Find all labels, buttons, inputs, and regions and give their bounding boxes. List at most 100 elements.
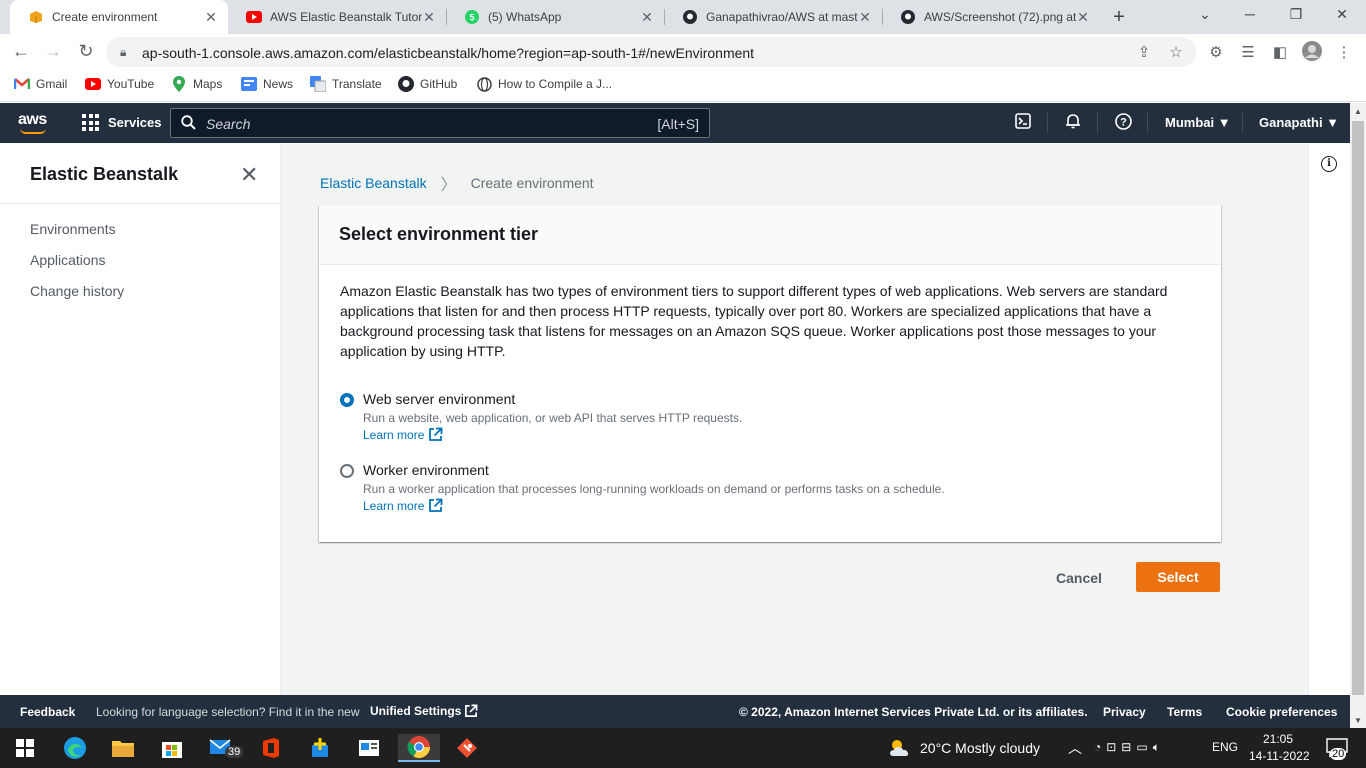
scroll-up-icon[interactable]: ▲ <box>1354 107 1362 116</box>
microsoft-store-icon[interactable] <box>157 734 187 762</box>
breadcrumb-elastic-beanstalk[interactable]: Elastic Beanstalk <box>320 175 427 191</box>
close-tab-icon[interactable]: ✕ <box>204 9 218 26</box>
minimize-icon[interactable]: ─ <box>1240 6 1260 22</box>
forward-icon[interactable]: → <box>42 41 64 62</box>
chevron-up-icon[interactable]: ︿ <box>1068 738 1082 758</box>
bookmark-gmail[interactable]: Gmail <box>14 76 67 92</box>
privacy-link[interactable]: Privacy <box>1103 705 1146 719</box>
services-menu-button[interactable]: Services <box>82 114 162 131</box>
worker-radio[interactable] <box>340 464 354 478</box>
file-explorer-icon[interactable] <box>108 734 138 762</box>
cancel-button[interactable]: Cancel <box>1044 563 1114 593</box>
language-indicator[interactable]: ENG <box>1212 740 1238 754</box>
globe-icon <box>476 76 492 92</box>
notification-badge: 20 <box>1330 748 1347 760</box>
tab-search-icon[interactable]: ⌄ <box>1195 6 1215 23</box>
bookmark-translate[interactable]: Translate <box>310 76 382 92</box>
page-scrollbar[interactable]: ▲ ▼ <box>1350 103 1366 728</box>
bookmark-maps[interactable]: Maps <box>171 76 222 92</box>
tab-create-environment[interactable]: Create environment ✕ <box>10 0 228 34</box>
copyright: © 2022, Amazon Internet Services Private… <box>739 705 1088 719</box>
tab-github-repo[interactable]: Ganapathivrao/AWS at maste ✕ <box>664 0 882 34</box>
search-input[interactable]: Search [Alt+S] <box>170 108 710 138</box>
windows-start-icon[interactable] <box>10 734 40 762</box>
close-tab-icon[interactable]: ✕ <box>1076 9 1090 26</box>
learn-more-link[interactable]: Learn more <box>363 427 443 442</box>
git-icon[interactable] <box>452 734 482 762</box>
option-label[interactable]: Worker environment <box>363 462 489 478</box>
address-bar[interactable]: 🔒︎ ap-south-1.console.aws.amazon.com/ela… <box>106 37 1196 67</box>
translate-icon <box>310 76 326 92</box>
notifications-bell-icon[interactable] <box>1063 113 1083 133</box>
bookmark-compile-java[interactable]: How to Compile a J... <box>476 76 612 92</box>
tab-youtube-tutorial[interactable]: AWS Elastic Beanstalk Tutoria ✕ <box>228 0 446 34</box>
bookmark-github[interactable]: GitHub <box>398 76 457 92</box>
browser-toolbar: ← → ↻ 🔒︎ ap-south-1.console.aws.amazon.c… <box>0 34 1366 70</box>
new-tab-icon[interactable]: + <box>1109 6 1129 29</box>
aws-logo[interactable]: aws <box>18 111 47 134</box>
option-description: Run a website, web application, or web A… <box>363 411 743 425</box>
close-sidebar-icon[interactable]: ✕ <box>240 162 258 188</box>
clock-time[interactable]: 21:05 <box>1263 732 1293 746</box>
account-menu[interactable]: Ganapathi ▼ <box>1259 115 1339 130</box>
chrome-taskbar-icon[interactable] <box>398 734 440 762</box>
option-worker[interactable]: Worker environment Run a worker applicat… <box>340 462 1200 513</box>
browser-tab-strip: Create environment ✕ AWS Elastic Beansta… <box>0 0 1366 34</box>
maximize-icon[interactable]: ❐ <box>1286 6 1306 23</box>
github-icon <box>682 9 698 25</box>
close-tab-icon[interactable]: ✕ <box>640 9 654 26</box>
sidebar-item-environments[interactable]: Environments <box>30 221 116 237</box>
close-window-icon[interactable]: ✕ <box>1332 6 1352 23</box>
tab-whatsapp[interactable]: 5 (5) WhatsApp ✕ <box>446 0 664 34</box>
info-icon[interactable]: i <box>1321 156 1337 172</box>
app-plus-icon[interactable] <box>305 734 335 762</box>
external-link-icon <box>429 498 443 512</box>
terms-link[interactable]: Terms <box>1167 705 1202 719</box>
news-app-icon[interactable] <box>354 734 384 762</box>
breadcrumb: Elastic Beanstalk 〉 Create environment <box>320 171 594 195</box>
region-selector[interactable]: Mumbai ▼ <box>1165 115 1231 130</box>
side-panel-icon[interactable]: ◧ <box>1270 43 1290 61</box>
scroll-down-icon[interactable]: ▼ <box>1354 716 1362 725</box>
extensions-icon[interactable]: ⚙ <box>1206 43 1226 61</box>
chrome-menu-icon[interactable]: ⋮ <box>1334 43 1354 61</box>
bookmarks-bar: Gmail YouTube Maps News Translate GitHub… <box>0 70 1366 102</box>
youtube-icon <box>85 76 101 92</box>
learn-more-link[interactable]: Learn more <box>363 498 443 513</box>
bookmark-star-icon[interactable]: ☆ <box>1166 43 1186 61</box>
system-tray-icons[interactable]: ◔⊡⊟▭🔈︎ <box>1094 740 1165 755</box>
help-icon[interactable]: ? <box>1113 113 1133 134</box>
clock-date[interactable]: 14-11-2022 <box>1249 749 1310 763</box>
sidebar-item-applications[interactable]: Applications <box>30 252 106 268</box>
bookmark-news[interactable]: News <box>241 76 293 92</box>
reading-list-icon[interactable]: ☰ <box>1238 43 1258 61</box>
sidebar-item-change-history[interactable]: Change history <box>30 283 124 299</box>
share-icon[interactable]: ⇪ <box>1134 43 1154 61</box>
select-button[interactable]: Select <box>1136 562 1220 592</box>
cookie-preferences-link[interactable]: Cookie preferences <box>1226 705 1337 719</box>
lock-icon[interactable]: 🔒︎ <box>120 45 126 60</box>
weather-text[interactable]: 20°C Mostly cloudy <box>920 740 1040 756</box>
close-tab-icon[interactable]: ✕ <box>422 9 436 26</box>
bookmark-youtube[interactable]: YouTube <box>85 76 154 92</box>
scrollbar-thumb[interactable] <box>1352 121 1364 695</box>
reload-icon[interactable]: ↻ <box>75 41 97 62</box>
panel-description: Amazon Elastic Beanstalk has two types o… <box>340 283 1168 359</box>
sidebar-title[interactable]: Elastic Beanstalk <box>30 164 178 185</box>
web-server-radio[interactable] <box>340 393 354 407</box>
option-web-server[interactable]: Web server environment Run a website, we… <box>340 391 1200 442</box>
weather-cloud-icon[interactable] <box>886 734 916 762</box>
aws-box-icon <box>28 9 44 25</box>
office-icon[interactable] <box>256 734 286 762</box>
tab-github-screenshot[interactable]: AWS/Screenshot (72).png at ✕ <box>882 0 1100 34</box>
feedback-link[interactable]: Feedback <box>20 705 75 719</box>
option-label[interactable]: Web server environment <box>363 391 515 407</box>
close-tab-icon[interactable]: ✕ <box>858 9 872 26</box>
whatsapp-icon: 5 <box>464 9 480 25</box>
edge-icon[interactable] <box>60 734 90 762</box>
profile-avatar[interactable] <box>1302 41 1322 65</box>
unified-settings-link[interactable]: Unified Settings <box>370 704 478 718</box>
youtube-icon <box>246 9 262 25</box>
cloudshell-icon[interactable] <box>1013 113 1033 133</box>
back-icon[interactable]: ← <box>10 41 32 62</box>
